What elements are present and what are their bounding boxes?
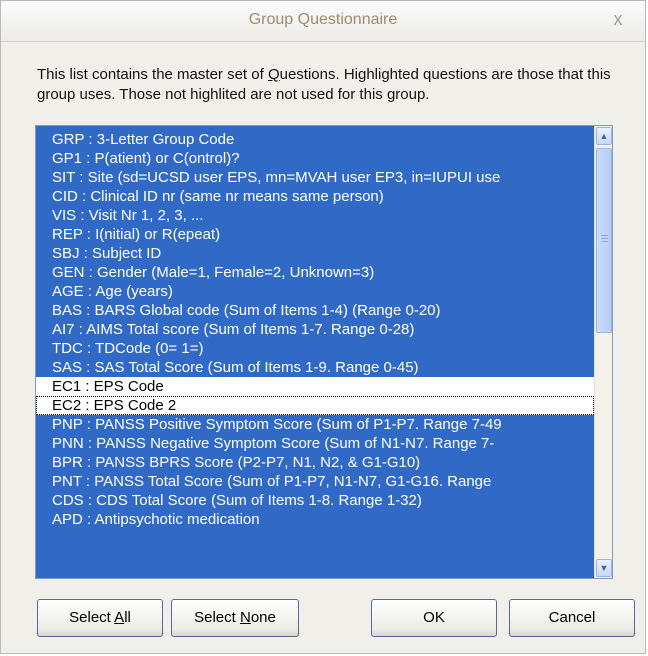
chevron-down-icon: ▼ — [599, 563, 609, 573]
description-part1: This list contains the master set of — [37, 66, 268, 83]
list-item[interactable]: SBJ : Subject ID — [36, 244, 594, 263]
select-none-button[interactable]: Select None — [171, 599, 299, 637]
description-accelerator: Q — [267, 66, 280, 83]
vertical-scrollbar[interactable]: ▲ ▼ — [594, 126, 612, 578]
list-item[interactable]: GP1 : P(atient) or C(ontrol)? — [36, 149, 594, 168]
select-all-button[interactable]: Select All — [37, 599, 163, 637]
list-item[interactable]: BPR : PANSS BPRS Score (P2-P7, N1, N2, &… — [36, 453, 594, 472]
list-item[interactable]: TDC : TDCode (0= 1=) — [36, 339, 594, 358]
list-item[interactable]: VIS : Visit Nr 1, 2, 3, ... — [36, 206, 594, 225]
dialog-title: Group Questionnaire — [248, 11, 398, 28]
list-item[interactable]: SAS : SAS Total Score (Sum of Items 1-9.… — [36, 358, 594, 377]
select-all-label-post: ll — [124, 609, 131, 626]
description-text: This list contains the master set of Que… — [37, 65, 627, 105]
chevron-up-icon: ▲ — [599, 131, 609, 141]
cancel-button[interactable]: Cancel — [509, 599, 635, 637]
grip-icon — [601, 235, 608, 243]
list-item[interactable]: AGE : Age (years) — [36, 282, 594, 301]
title-bar[interactable]: Group Questionnaire x — [1, 1, 645, 42]
list-item[interactable]: PNP : PANSS Positive Symptom Score (Sum … — [36, 415, 594, 434]
list-item[interactable]: EC1 : EPS Code — [36, 377, 594, 396]
questions-list[interactable]: GRP : 3-Letter Group Code GP1 : P(atient)… — [36, 126, 594, 578]
scroll-up-button[interactable]: ▲ — [596, 127, 612, 145]
questions-listbox[interactable]: GRP : 3-Letter Group Code GP1 : P(atient)… — [35, 125, 613, 579]
scrollbar-thumb[interactable] — [596, 148, 612, 333]
select-all-accelerator: A — [114, 609, 125, 626]
list-item[interactable]: GEN : Gender (Male=1, Female=2, Unknown=… — [36, 263, 594, 282]
select-none-label-pre: Select — [194, 609, 240, 626]
list-item[interactable]: BAS : BARS Global code (Sum of Items 1-4… — [36, 301, 594, 320]
list-item[interactable]: EC2 : EPS Code 2 — [36, 396, 594, 415]
list-item[interactable]: AI7 : AIMS Total score (Sum of Items 1-7… — [36, 320, 594, 339]
list-item[interactable]: REP : I(nitial) or R(epeat) — [36, 225, 594, 244]
close-icon: x — [613, 9, 623, 29]
select-all-label-pre: Select — [69, 609, 115, 626]
list-item[interactable]: PNN : PANSS Negative Symptom Score (Sum … — [36, 434, 594, 453]
close-button[interactable]: x — [607, 7, 629, 31]
ok-button[interactable]: OK — [371, 599, 497, 637]
list-item[interactable]: GRP : 3-Letter Group Code — [36, 130, 594, 149]
list-item[interactable]: SIT : Site (sd=UCSD user EPS, mn=MVAH us… — [36, 168, 594, 187]
list-item[interactable]: APD : Antipsychotic medication — [36, 510, 594, 529]
list-item[interactable]: PNT : PANSS Total Score (Sum of P1-P7, N… — [36, 472, 594, 491]
list-item[interactable]: CDS : CDS Total Score (Sum of Items 1-8.… — [36, 491, 594, 510]
select-none-label-post: one — [250, 609, 276, 626]
list-item[interactable]: CID : Clinical ID nr (same nr means same… — [36, 187, 594, 206]
group-questionnaire-dialog: Group Questionnaire x This list contains… — [0, 0, 646, 654]
select-none-accelerator: N — [239, 609, 251, 626]
scroll-down-button[interactable]: ▼ — [596, 559, 612, 577]
